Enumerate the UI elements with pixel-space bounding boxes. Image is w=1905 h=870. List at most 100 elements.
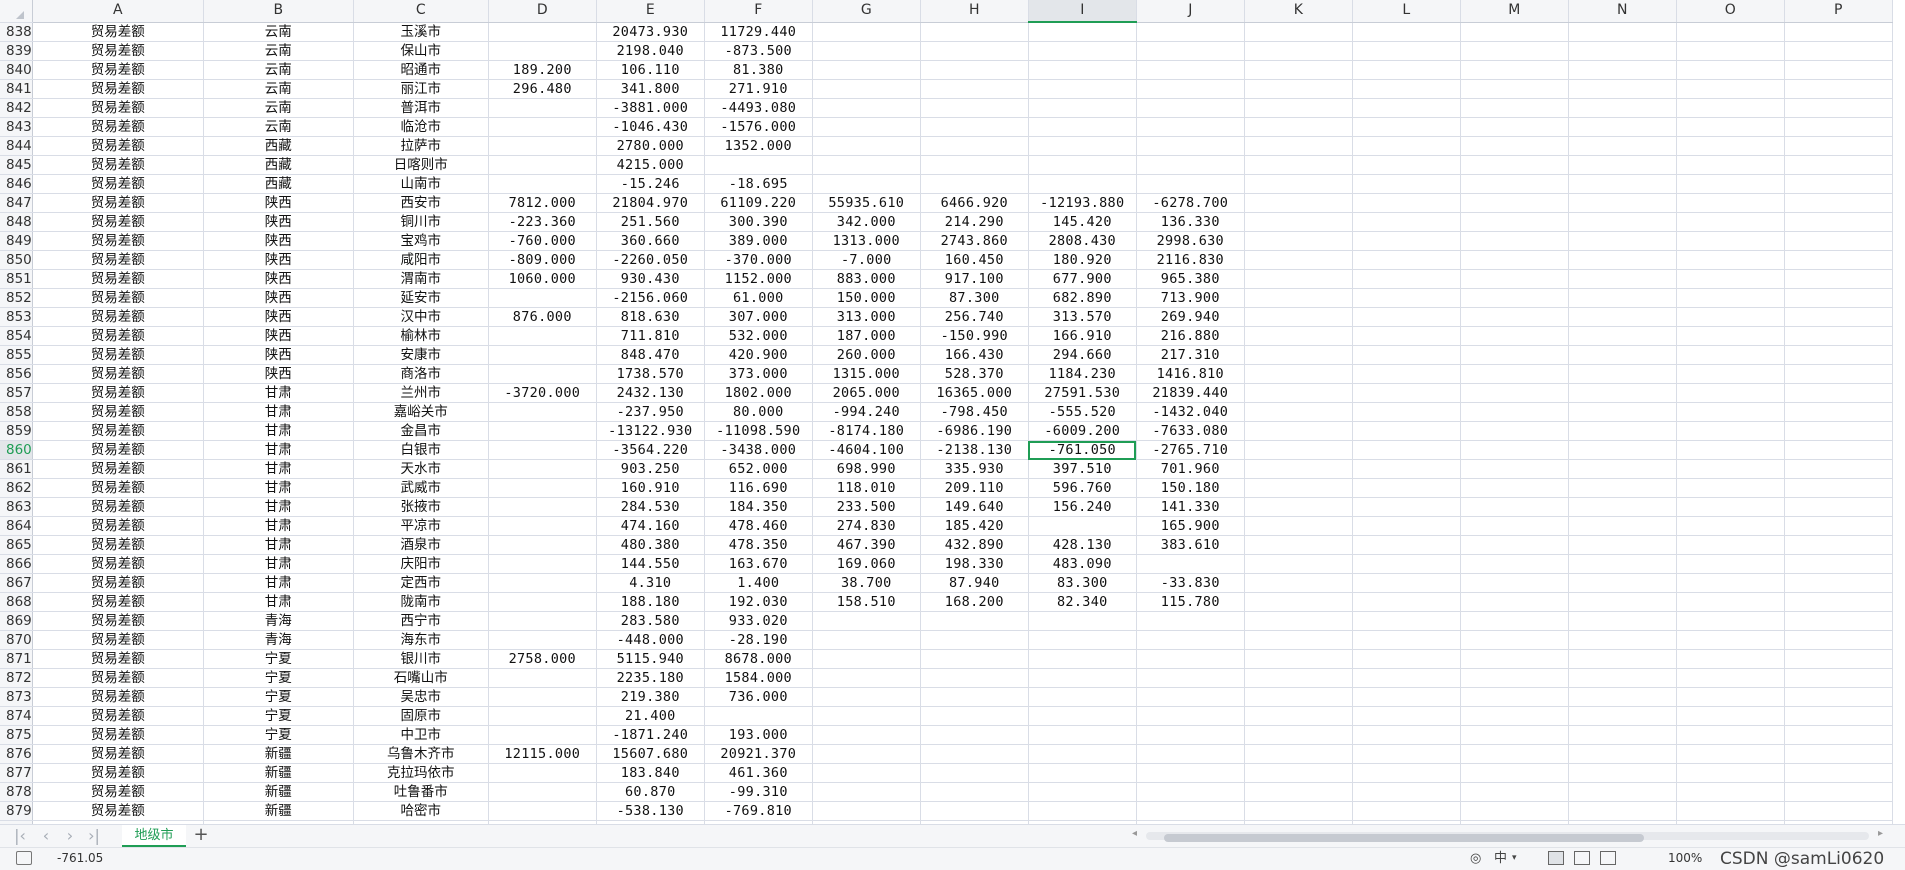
cell-g865[interactable]: 467.390 <box>812 535 921 555</box>
cell-e852[interactable]: -2156.060 <box>596 288 705 308</box>
cell-g842[interactable] <box>812 98 921 118</box>
cell-b867[interactable]: 甘肃 <box>203 573 354 593</box>
cell-d844[interactable] <box>488 136 597 156</box>
cell-n860[interactable] <box>1568 440 1677 460</box>
row-header[interactable]: 841 <box>0 79 33 99</box>
cell-m838[interactable] <box>1460 22 1569 42</box>
cell-f851[interactable]: 1152.000 <box>704 269 813 289</box>
cell-a868[interactable]: 贸易差额 <box>32 592 204 612</box>
cell-k871[interactable] <box>1244 649 1353 669</box>
cell-c857[interactable]: 兰州市 <box>353 383 489 403</box>
cell-m844[interactable] <box>1460 136 1569 156</box>
cell-c845[interactable]: 日喀则市 <box>353 155 489 175</box>
cell-i857[interactable]: 27591.530 <box>1028 383 1137 403</box>
cell-m867[interactable] <box>1460 573 1569 593</box>
cell-n840[interactable] <box>1568 60 1677 80</box>
cell-a845[interactable]: 贸易差额 <box>32 155 204 175</box>
row-header[interactable]: 879 <box>0 801 33 821</box>
cell-k876[interactable] <box>1244 744 1353 764</box>
cell-p861[interactable] <box>1784 459 1893 479</box>
cell-j848[interactable]: 136.330 <box>1136 212 1245 232</box>
cell-m857[interactable] <box>1460 383 1569 403</box>
cell-k854[interactable] <box>1244 326 1353 346</box>
cell-i858[interactable]: -555.520 <box>1028 402 1137 422</box>
cell-o863[interactable] <box>1676 497 1785 517</box>
cell-n869[interactable] <box>1568 611 1677 631</box>
cell-l842[interactable] <box>1352 98 1461 118</box>
cell-m848[interactable] <box>1460 212 1569 232</box>
row-header[interactable]: 869 <box>0 611 33 631</box>
cell-e863[interactable]: 284.530 <box>596 497 705 517</box>
cell-p844[interactable] <box>1784 136 1893 156</box>
scrollbar-thumb[interactable] <box>1164 834 1644 842</box>
cell-h842[interactable] <box>920 98 1029 118</box>
cell-d854[interactable] <box>488 326 597 346</box>
cell-j844[interactable] <box>1136 136 1245 156</box>
cell-c878[interactable]: 吐鲁番市 <box>353 782 489 802</box>
cell-i841[interactable] <box>1028 79 1137 99</box>
cell-j849[interactable]: 2998.630 <box>1136 231 1245 251</box>
cell-k864[interactable] <box>1244 516 1353 536</box>
cell-f868[interactable]: 192.030 <box>704 592 813 612</box>
cell-m864[interactable] <box>1460 516 1569 536</box>
cell-d850[interactable]: -809.000 <box>488 250 597 270</box>
cell-p856[interactable] <box>1784 364 1893 384</box>
row-header[interactable]: 858 <box>0 402 33 422</box>
cell-l868[interactable] <box>1352 592 1461 612</box>
cell-i875[interactable] <box>1028 725 1137 745</box>
cell-c849[interactable]: 宝鸡市 <box>353 231 489 251</box>
cell-c861[interactable]: 天水市 <box>353 459 489 479</box>
cell-n864[interactable] <box>1568 516 1677 536</box>
cell-i850[interactable]: 180.920 <box>1028 250 1137 270</box>
cell-n858[interactable] <box>1568 402 1677 422</box>
cell-h859[interactable]: -6986.190 <box>920 421 1029 441</box>
scroll-right-icon[interactable]: ▸ <box>1878 828 1883 839</box>
cell-k842[interactable] <box>1244 98 1353 118</box>
cell-b854[interactable]: 陕西 <box>203 326 354 346</box>
cell-h846[interactable] <box>920 174 1029 194</box>
cell-f872[interactable]: 1584.000 <box>704 668 813 688</box>
cell-n844[interactable] <box>1568 136 1677 156</box>
cell-f873[interactable]: 736.000 <box>704 687 813 707</box>
cell-g859[interactable]: -8174.180 <box>812 421 921 441</box>
cell-c859[interactable]: 金昌市 <box>353 421 489 441</box>
cell-o859[interactable] <box>1676 421 1785 441</box>
cell-l874[interactable] <box>1352 706 1461 726</box>
page-break-view-icon[interactable] <box>1600 851 1616 865</box>
cell-e841[interactable]: 341.800 <box>596 79 705 99</box>
cell-e850[interactable]: -2260.050 <box>596 250 705 270</box>
cell-j863[interactable]: 141.330 <box>1136 497 1245 517</box>
cell-o875[interactable] <box>1676 725 1785 745</box>
cell-o841[interactable] <box>1676 79 1785 99</box>
cell-a866[interactable]: 贸易差额 <box>32 554 204 574</box>
row-header[interactable]: 854 <box>0 326 33 346</box>
next-sheet-icon[interactable]: › <box>60 827 80 845</box>
cell-d875[interactable] <box>488 725 597 745</box>
cell-a877[interactable]: 贸易差额 <box>32 763 204 783</box>
cell-i864[interactable] <box>1028 516 1137 536</box>
cell-p854[interactable] <box>1784 326 1893 346</box>
cell-b847[interactable]: 陕西 <box>203 193 354 213</box>
cell-p870[interactable] <box>1784 630 1893 650</box>
page-layout-view-icon[interactable] <box>1574 851 1590 865</box>
cell-l860[interactable] <box>1352 440 1461 460</box>
cell-k870[interactable] <box>1244 630 1353 650</box>
cell-l878[interactable] <box>1352 782 1461 802</box>
cell-c862[interactable]: 武威市 <box>353 478 489 498</box>
cell-m852[interactable] <box>1460 288 1569 308</box>
cell-b861[interactable]: 甘肃 <box>203 459 354 479</box>
cell-c870[interactable]: 海东市 <box>353 630 489 650</box>
cell-k866[interactable] <box>1244 554 1353 574</box>
cell-m855[interactable] <box>1460 345 1569 365</box>
cell-l875[interactable] <box>1352 725 1461 745</box>
cell-f850[interactable]: -370.000 <box>704 250 813 270</box>
cell-f849[interactable]: 389.000 <box>704 231 813 251</box>
cell-n866[interactable] <box>1568 554 1677 574</box>
cell-d855[interactable] <box>488 345 597 365</box>
cell-j872[interactable] <box>1136 668 1245 688</box>
cell-o849[interactable] <box>1676 231 1785 251</box>
cell-a854[interactable]: 贸易差额 <box>32 326 204 346</box>
cell-o858[interactable] <box>1676 402 1785 422</box>
cell-b844[interactable]: 西藏 <box>203 136 354 156</box>
cell-i843[interactable] <box>1028 117 1137 137</box>
